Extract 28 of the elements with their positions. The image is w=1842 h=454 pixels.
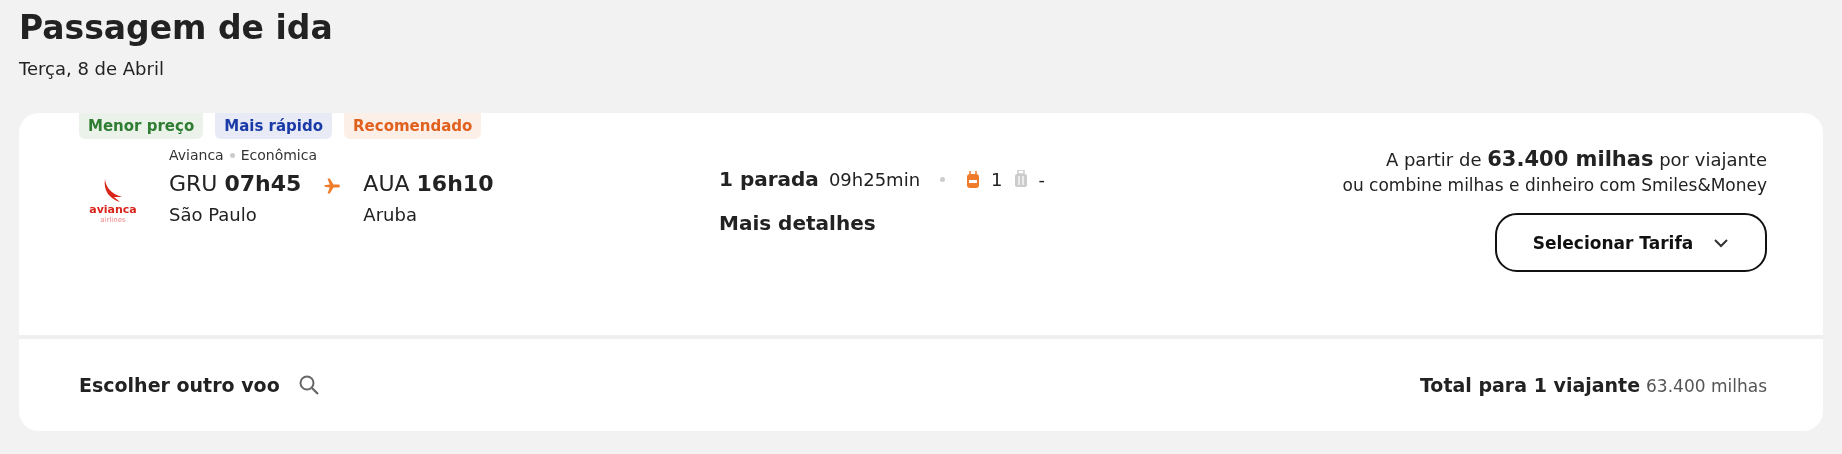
departure-time: GRU 07h45 [169, 171, 302, 196]
flight-duration: 09h25min [828, 168, 921, 190]
price-text: A partir de 63.400 milhas por viajante [1385, 147, 1767, 171]
checked-bag-count: - [1038, 168, 1045, 190]
cabin-class: Econômica [240, 147, 318, 163]
total-label: Total para 1 viajante [1419, 374, 1641, 396]
suitcase-icon [1012, 170, 1029, 188]
arrival-time: AUA 16h10 [363, 171, 494, 196]
stops-count: 1 parada [719, 167, 819, 191]
choose-other-flight-link[interactable]: Escolher outro voo [79, 374, 280, 396]
airline-logo-text: avianca [89, 203, 137, 216]
airline-name: Avianca [169, 147, 224, 163]
flight-tag: Menor preço [79, 113, 204, 139]
total-miles: 63.400 milhas [1646, 376, 1767, 396]
chevron-down-icon [1713, 237, 1730, 248]
plane-icon [323, 177, 342, 195]
search-icon[interactable] [297, 374, 320, 396]
smiles-money-text: ou combine milhas e dinheiro com Smiles&Money [1342, 175, 1767, 195]
carry-on-count: 1 [991, 168, 1003, 190]
flight-tag: Recomendado [344, 113, 482, 139]
details-link[interactable]: Mais detalhes [719, 211, 876, 235]
page-title: Passagem de ida [19, 8, 334, 48]
backpack-icon [965, 170, 982, 188]
flight-date: Terça, 8 de Abril [19, 58, 164, 79]
select-fare-button[interactable]: Selecionar Tarifa [1495, 213, 1767, 272]
arrival-city: Aruba [363, 204, 418, 225]
departure-city: São Paulo [169, 204, 258, 225]
flight-tag: Mais rápido [215, 113, 332, 139]
